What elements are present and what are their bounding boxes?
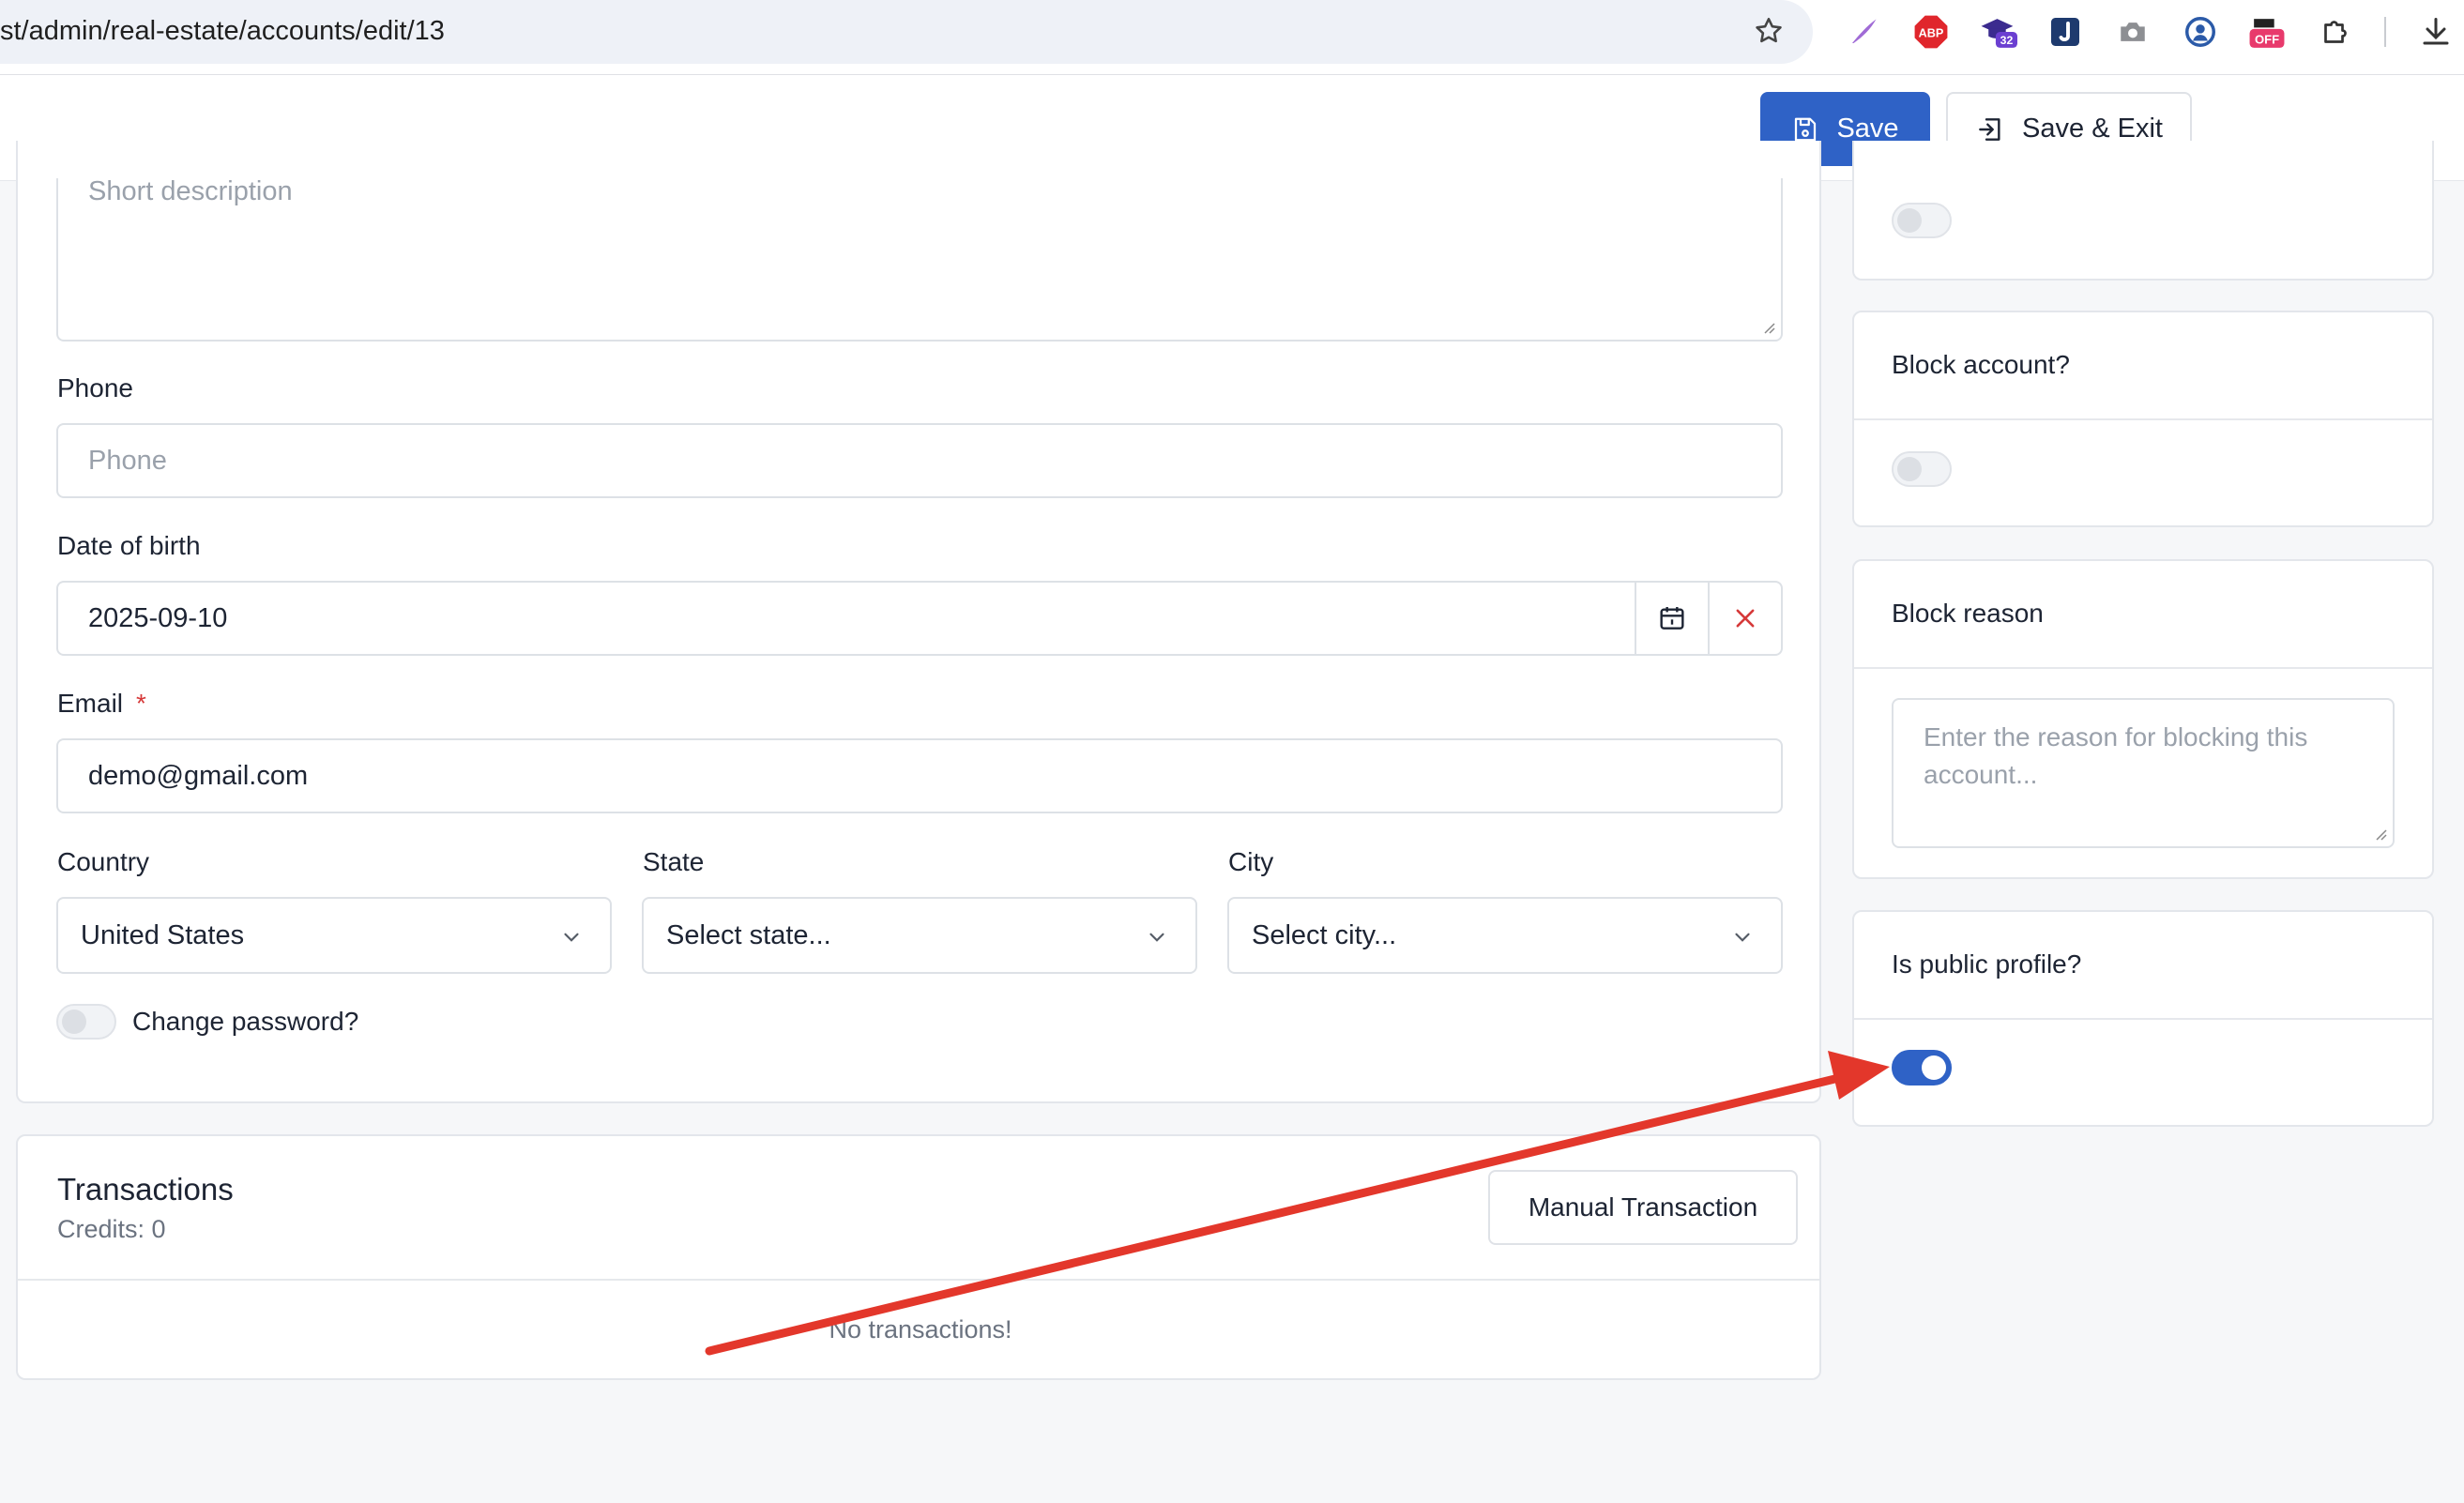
user-lookup-icon[interactable]	[2182, 13, 2219, 51]
calendar-icon	[1660, 607, 1684, 630]
city-value: Select city...	[1252, 919, 1397, 950]
dob-value: 2025-09-10	[88, 602, 228, 633]
description-placeholder: Short description	[88, 176, 293, 206]
transactions-card: Transactions Credits: 0 Manual Transacti…	[16, 1134, 1821, 1380]
no-transactions-text: No transactions!	[829, 1315, 1012, 1344]
save-icon	[1795, 117, 1817, 141]
toolbar-separator	[2384, 17, 2386, 47]
ext-badge-count: 32	[2000, 34, 2014, 47]
account-form-card: Short description Phone Phone Date of bi…	[16, 141, 1821, 1103]
resize-grip-icon[interactable]	[1762, 321, 1775, 334]
manual-transaction-button[interactable]: Manual Transaction	[1488, 1170, 1798, 1245]
block-account-title: Block account?	[1892, 350, 2070, 379]
toggle-knob	[62, 1010, 86, 1034]
public-profile-title: Is public profile?	[1892, 949, 2082, 979]
description-textarea[interactable]: Short description	[56, 176, 1783, 342]
camera-icon[interactable]	[2114, 13, 2152, 51]
bookmark-star-icon[interactable]	[1753, 15, 1785, 47]
block-reason-textarea[interactable]: Enter the reason for blocking this accou…	[1892, 698, 2395, 848]
change-password-toggle[interactable]	[56, 1004, 116, 1040]
resize-grip-icon[interactable]	[2374, 827, 2387, 841]
state-select[interactable]: Select state...	[642, 897, 1197, 974]
email-label: Email *	[57, 689, 146, 719]
chevron-down-icon	[564, 933, 579, 942]
exit-icon	[1979, 117, 2000, 141]
toggle-knob	[1897, 208, 1922, 233]
graduation-cap-extension-icon[interactable]: 32	[1980, 13, 2017, 51]
off-label: OFF	[2255, 32, 2279, 46]
credits-text: Credits: 0	[57, 1215, 166, 1243]
block-reason-title: Block reason	[1892, 599, 2044, 628]
block-reason-card: Block reason Enter the reason for blocki…	[1852, 559, 2434, 879]
country-select[interactable]: United States	[56, 897, 612, 974]
toggle-knob	[1922, 1055, 1946, 1080]
divider	[1854, 667, 2432, 669]
chevron-down-icon	[1735, 933, 1750, 942]
phone-label: Phone	[57, 373, 133, 402]
city-label: City	[1228, 847, 1274, 876]
block-reason-placeholder: Enter the reason for blocking this accou…	[1924, 722, 2308, 789]
clear-date-button[interactable]	[1708, 583, 1781, 654]
divider	[18, 1279, 1819, 1281]
country-value: United States	[81, 919, 245, 950]
adblock-plus-icon[interactable]: ABP	[1912, 13, 1950, 51]
state-label: State	[643, 847, 705, 876]
download-icon[interactable]	[2417, 13, 2455, 51]
sidebar-top-card	[1852, 141, 2434, 281]
email-input[interactable]: demo@gmail.com	[56, 738, 1783, 813]
j-extension-icon[interactable]	[2046, 13, 2084, 51]
close-icon	[1736, 609, 1755, 628]
abp-label: ABP	[1919, 27, 1944, 40]
off-extension-icon[interactable]: OFF	[2248, 13, 2286, 51]
block-account-card: Block account?	[1852, 311, 2434, 527]
puzzle-piece-icon[interactable]	[2317, 13, 2354, 51]
email-label-text: Email	[57, 689, 124, 718]
sidebar-top-toggle[interactable]	[1892, 203, 1952, 238]
state-value: Select state...	[666, 919, 831, 950]
public-profile-card: Is public profile?	[1852, 910, 2434, 1127]
public-profile-toggle[interactable]	[1892, 1050, 1952, 1086]
browser-bar: st/admin/real-estate/accounts/edit/13 AB…	[0, 0, 2464, 75]
city-select[interactable]: Select city...	[1227, 897, 1783, 974]
calendar-button[interactable]	[1635, 583, 1708, 654]
required-mark: *	[136, 689, 146, 718]
dob-input[interactable]: 2025-09-10	[56, 581, 1783, 656]
quill-icon[interactable]	[1845, 13, 1882, 51]
phone-input[interactable]: Phone	[56, 423, 1783, 498]
country-label: Country	[57, 847, 150, 876]
url-text[interactable]: st/admin/real-estate/accounts/edit/13	[0, 16, 445, 47]
divider	[1854, 1018, 2432, 1020]
chevron-down-icon	[1149, 933, 1164, 942]
change-password-label: Change password?	[132, 1007, 359, 1036]
address-bar[interactable]: st/admin/real-estate/accounts/edit/13	[0, 0, 1813, 64]
divider	[1854, 418, 2432, 420]
transactions-title: Transactions	[57, 1172, 234, 1207]
dob-label: Date of birth	[57, 531, 201, 560]
block-account-toggle[interactable]	[1892, 451, 1952, 487]
toggle-knob	[1897, 457, 1922, 481]
